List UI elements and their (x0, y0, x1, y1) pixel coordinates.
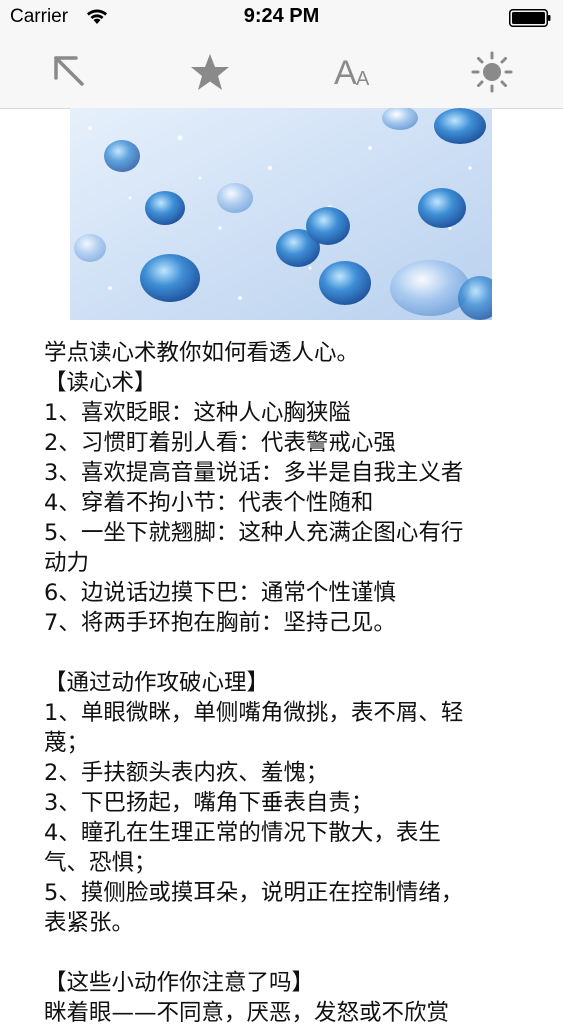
font-size-button[interactable]: A A (312, 36, 392, 108)
article-line: 【读心术】 (44, 370, 157, 396)
article-line: 5、一坐下就翘脚：这种人充满企图心有行 (44, 520, 464, 546)
article-line: 学点读心术教你如何看透人心。 (44, 340, 360, 366)
article-line: 3、下巴扬起，嘴角下垂表自责； (44, 790, 374, 816)
article-line: 气、恐惧； (44, 850, 157, 876)
brightness-icon (471, 51, 513, 93)
article-line: 2、习惯盯着别人看：代表警戒心强 (44, 430, 396, 456)
article-line: 动力 (44, 550, 90, 576)
article-line: 4、穿着不拘小节：代表个性随和 (44, 490, 374, 516)
article-line: 2、手扶额头表内疚、羞愧； (44, 760, 329, 786)
back-button[interactable] (30, 36, 110, 108)
font-size-icon: A A (328, 52, 376, 92)
status-bar: Carrier 9:24 PM (0, 0, 563, 36)
article-line: 表紧张。 (44, 910, 135, 936)
article-line: 6、边说话边摸下巴：通常个性谨慎 (44, 580, 396, 606)
star-icon (191, 54, 229, 90)
article-line: 3、喜欢提高音量说话：多半是自我主义者 (44, 460, 464, 486)
back-arrow-icon (54, 56, 84, 86)
battery-icon (509, 9, 551, 27)
article-line: 【通过动作攻破心理】 (44, 670, 270, 696)
favorite-button[interactable] (170, 36, 250, 108)
font-size-small-glyph: A (356, 68, 370, 90)
article-line: 蔑； (44, 730, 90, 756)
article-line: 5、摸侧脸或摸耳朵，说明正在控制情绪， (44, 880, 464, 906)
font-size-large-glyph: A (334, 54, 357, 92)
article-line: 眯着眼——不同意，厌恶，发怒或不欣赏 (44, 1000, 450, 1026)
clock: 9:24 PM (243, 5, 320, 27)
article-line: 7、将两手环抱在胸前：坚持己见。 (44, 610, 396, 636)
reader-toolbar: A A (0, 36, 563, 109)
brightness-button[interactable] (452, 36, 532, 108)
article-banner-image (70, 108, 492, 320)
article-line: 1、喜欢眨眼：这种人心胸狭隘 (44, 400, 351, 426)
article-line: 1、单眼微眯，单侧嘴角微挑，表不屑、轻 (44, 700, 464, 726)
article-line: 4、瞳孔在生理正常的情况下散大，表生 (44, 820, 441, 846)
article-body: 学点读心术教你如何看透人心。 【读心术】 1、喜欢眨眼：这种人心胸狭隘 2、习惯盯着… (44, 338, 514, 1028)
article-line: 【这些小动作你注意了吗】 (44, 970, 315, 996)
